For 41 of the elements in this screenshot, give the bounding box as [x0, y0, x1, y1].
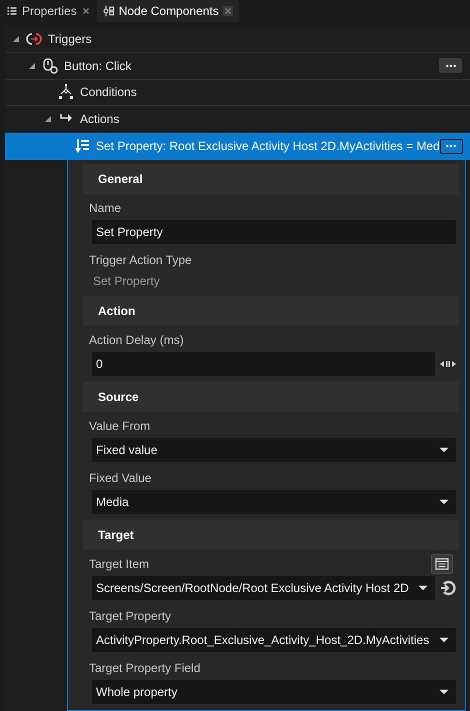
trigger-icon	[26, 30, 42, 47]
field-label: Value From	[88, 418, 150, 435]
field-label: Trigger Action Type	[88, 252, 192, 269]
dropdown[interactable]: Fixed value	[92, 438, 456, 462]
field-label: Name	[88, 200, 122, 217]
set-property-icon	[74, 138, 90, 154]
tab[interactable]: Node Components	[96, 0, 239, 22]
section-header: General	[83, 164, 459, 194]
number-field[interactable]: 0	[92, 352, 435, 376]
field-label: Fixed Value	[88, 470, 152, 487]
section-header: Action	[83, 296, 459, 326]
mouse-icon	[42, 58, 58, 74]
collapse-icon[interactable]	[28, 62, 36, 70]
tree-item[interactable]: Conditions	[5, 80, 470, 106]
collapse-icon[interactable]	[44, 115, 52, 124]
dropdown[interactable]: Whole property	[92, 680, 456, 704]
close-icon[interactable]	[222, 6, 233, 16]
tree-item[interactable]: Button: Click	[5, 52, 470, 80]
more-button[interactable]	[440, 138, 463, 154]
window-icon	[435, 558, 449, 570]
section-header: Target	[83, 520, 459, 550]
field-value: Set Property	[92, 272, 161, 290]
browse-button[interactable]	[431, 554, 453, 574]
field-label: Target Property	[88, 608, 172, 625]
collapse-icon[interactable]	[12, 34, 20, 43]
dropdown[interactable]: Screens/Screen/RootNode/Root Exclusive Activity Host 2D	[92, 576, 435, 600]
field-label: Target Item	[88, 556, 150, 573]
tree-item[interactable]: Set Property: Root Exclusive Activity Host 2D.MyActivities = Med	[5, 133, 470, 160]
text-field[interactable]: Set Property	[92, 220, 456, 244]
close-icon[interactable]	[80, 6, 91, 16]
section-header: Source	[83, 382, 459, 412]
list-icon	[6, 5, 18, 17]
field-label: Target Property Field	[88, 660, 200, 677]
reset-icon[interactable]	[440, 580, 456, 596]
tree-item[interactable]: Triggers	[5, 26, 470, 53]
components-icon	[102, 5, 115, 17]
dropdown[interactable]: Media	[92, 490, 456, 514]
field-label: Action Delay (ms)	[88, 332, 184, 349]
more-button[interactable]	[439, 58, 462, 74]
dropdown[interactable]: ActivityProperty.Root_Exclusive_Activity_Host_2D.MyActivities	[92, 628, 456, 652]
hierarchy-icon	[58, 84, 74, 100]
